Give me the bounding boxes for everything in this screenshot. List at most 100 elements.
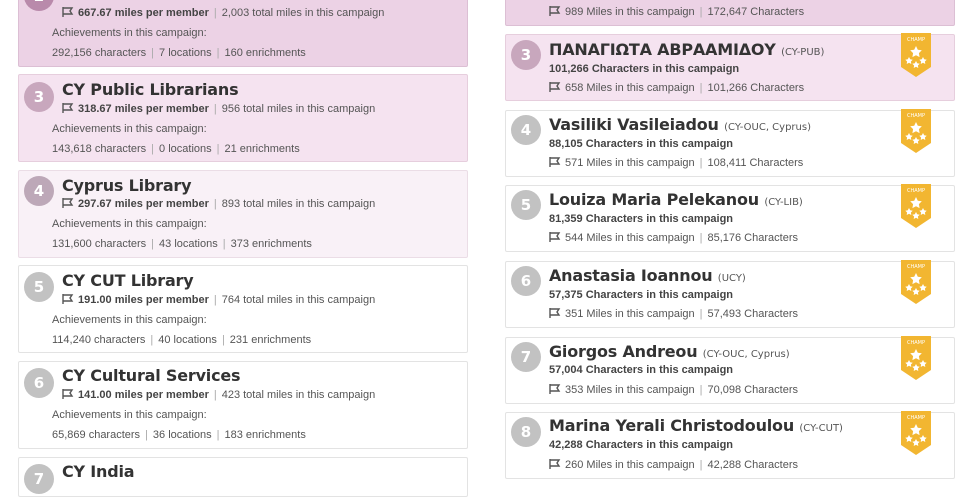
user-name[interactable]: Louiza Maria Pelekanou (CY-LIB)	[549, 190, 803, 209]
user-name[interactable]: Giorgos Andreou (CY-OUC, Cyprus)	[549, 342, 790, 361]
rank-badge: 2	[24, 0, 54, 11]
miles-per-member: 191.00 miles per member	[78, 294, 209, 306]
user-name-text: Vasiliki Vasileiadou	[549, 115, 719, 134]
badge-label: CHAMP	[907, 188, 925, 194]
campaign-characters: 57,004 Characters in this campaign	[549, 364, 734, 376]
flag-icon	[549, 308, 561, 318]
team-stats-line: 131,600 characters | 43 locations | 373 enri…	[52, 238, 312, 250]
user-name-text: Marina Yerali Christodoulou	[549, 416, 795, 435]
user-affiliation: (CY-OUC, Cyprus)	[724, 122, 811, 133]
team-card[interactable]: 2 667.67 miles per member|2,003 total mi…	[18, 0, 468, 67]
team-name[interactable]: CY CUT Library	[62, 271, 194, 290]
user-card[interactable]: 8 Marina Yerali Christodoulou (CY-CUT) 4…	[505, 411, 955, 479]
miles-count: 989 Miles in this campaign	[565, 6, 695, 18]
flag-icon	[62, 7, 74, 17]
user-affiliation: (CY-PUB)	[781, 47, 825, 58]
flag-icon	[549, 459, 561, 469]
locations-count: 7 locations	[159, 47, 212, 59]
user-name[interactable]: Vasiliki Vasileiadou (CY-OUC, Cyprus)	[549, 115, 811, 134]
characters-count: 65,869 characters	[52, 429, 141, 441]
rank-badge: 3	[511, 40, 541, 70]
achievements-label: Achievements in this campaign:	[52, 409, 207, 421]
total-miles: 956 total miles in this campaign	[221, 103, 376, 115]
user-name[interactable]: Marina Yerali Christodoulou (CY-CUT)	[549, 416, 843, 435]
flag-icon	[549, 232, 561, 242]
flag-icon	[549, 82, 561, 92]
team-stats-line: 143,618 characters | 0 locations | 21 enrich…	[52, 143, 300, 155]
team-stats-line: 114,240 characters | 40 locations | 231 enri…	[52, 334, 312, 346]
characters-count: 114,240 characters	[52, 334, 146, 346]
characters-total: 70,098 Characters	[707, 384, 798, 396]
team-name[interactable]: CY Cultural Services	[62, 366, 241, 385]
team-card[interactable]: 3 CY Public Librarians 318.67 miles per …	[18, 74, 468, 162]
enrichments-count: 183 enrichments	[224, 429, 306, 441]
user-name[interactable]: Anastasia Ioannou (UCY)	[549, 266, 746, 285]
champ-badge-icon: CHAMP	[901, 336, 931, 380]
user-card[interactable]: 4 Vasiliki Vasileiadou (CY-OUC, Cyprus) …	[505, 109, 955, 177]
rank-badge: 4	[511, 115, 541, 145]
campaign-characters: 101,266 Characters in this campaign	[549, 63, 740, 75]
team-card[interactable]: 5 CY CUT Library 191.00 miles per member…	[18, 265, 468, 353]
team-card[interactable]: 6 CY Cultural Services 141.00 miles per …	[18, 361, 468, 449]
achievements-label: Achievements in this campaign:	[52, 218, 207, 230]
user-name[interactable]: ΠΑΝΑΓΙΩΤΑ ΑΒΡΑΑΜΙΔΟΥ (CY-PUB)	[549, 40, 824, 59]
badge-label: CHAMP	[907, 340, 925, 346]
miles-count: 571 Miles in this campaign	[565, 157, 695, 169]
characters-total: 85,176 Characters	[707, 232, 798, 244]
user-name-text: Louiza Maria Pelekanou	[549, 190, 759, 209]
badge-label: CHAMP	[907, 264, 925, 270]
locations-count: 43 locations	[159, 238, 218, 250]
campaign-characters: 42,288 Characters in this campaign	[549, 439, 734, 451]
campaign-characters: 57,375 Characters in this campaign	[549, 289, 734, 301]
characters-total: 172,647 Characters	[707, 6, 805, 18]
user-card[interactable]: 6 Anastasia Ioannou (UCY) 57,375 Charact…	[505, 260, 955, 328]
user-miles-line: 658 Miles in this campaign | 101,266 Chara…	[549, 82, 804, 94]
user-miles-line: 571 Miles in this campaign | 108,411 Chara…	[549, 157, 803, 169]
team-name[interactable]: CY India	[62, 462, 135, 481]
team-name[interactable]: Cyprus Library	[62, 176, 192, 195]
total-miles: 764 total miles in this campaign	[221, 294, 376, 306]
user-miles-line: 989 Miles in this campaign | 172,647 Chara…	[549, 6, 804, 18]
user-card[interactable]: 7 Giorgos Andreou (CY-OUC, Cyprus) 57,00…	[505, 336, 955, 404]
user-miles-line: 544 Miles in this campaign | 85,176 Charac…	[549, 232, 798, 244]
team-miles-line: 191.00 miles per member | 764 total miles …	[62, 294, 375, 306]
champ-badge-icon: CHAMP	[901, 33, 931, 77]
miles-count: 353 Miles in this campaign	[565, 384, 695, 396]
locations-count: 0 locations	[159, 143, 212, 155]
locations-count: 40 locations	[158, 334, 217, 346]
team-name[interactable]: CY Public Librarians	[62, 80, 239, 99]
flag-icon	[62, 103, 74, 113]
total-miles: 893 total miles in this campaign	[221, 198, 376, 210]
badge-label: CHAMP	[907, 415, 925, 421]
achievements-label: Achievements in this campaign:	[52, 314, 207, 326]
campaign-characters: 88,105 Characters in this campaign	[549, 138, 734, 150]
user-name-text: ΠΑΝΑΓΙΩΤΑ ΑΒΡΑΑΜΙΔΟΥ	[549, 40, 776, 59]
champ-badge-icon: CHAMP	[901, 109, 931, 153]
user-card[interactable]: 5 Louiza Maria Pelekanou (CY-LIB) 81,359…	[505, 184, 955, 252]
miles-per-member: 667.67 miles per member	[78, 7, 209, 19]
total-miles: 423 total miles in this campaign	[221, 389, 376, 401]
team-miles-line: 667.67 miles per member | 2,003 total mile…	[62, 7, 384, 19]
enrichments-count: 21 enrichments	[224, 143, 300, 155]
flag-icon	[62, 294, 74, 304]
flag-icon	[62, 198, 74, 208]
total-miles: 2,003 total miles in this campaign	[221, 7, 385, 19]
user-card[interactable]: 989 Miles in this campaign | 172,647 Chara…	[505, 0, 955, 26]
characters-total: 101,266 Characters	[707, 82, 805, 94]
flag-icon	[549, 6, 561, 16]
characters-total: 57,493 Characters	[707, 308, 798, 320]
characters-total: 108,411 Characters	[707, 157, 804, 169]
achievements-label: Achievements in this campaign:	[52, 27, 207, 39]
enrichments-count: 231 enrichments	[229, 334, 312, 346]
team-card[interactable]: 4 Cyprus Library 297.67 miles per member…	[18, 170, 468, 258]
champ-badge-icon: CHAMP	[901, 260, 931, 304]
user-affiliation: (CY-LIB)	[764, 197, 803, 208]
rank-badge: 5	[24, 272, 54, 302]
miles-count: 544 Miles in this campaign	[565, 232, 695, 244]
team-miles-line: 297.67 miles per member | 893 total miles …	[62, 198, 375, 210]
team-card[interactable]: 7 CY India	[18, 457, 468, 497]
achievements-label: Achievements in this campaign:	[52, 123, 207, 135]
user-card[interactable]: 3 ΠΑΝΑΓΙΩΤΑ ΑΒΡΑΑΜΙΔΟΥ (CY-PUB) 101,266 …	[505, 33, 955, 101]
champ-badge-icon: CHAMP	[901, 411, 931, 455]
user-affiliation: (CY-OUC, Cyprus)	[702, 349, 790, 360]
